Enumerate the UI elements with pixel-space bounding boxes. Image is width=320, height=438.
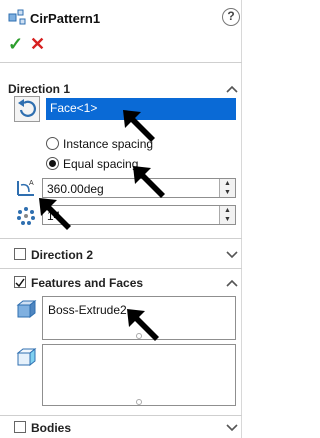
equal-spacing-radio[interactable] — [46, 157, 59, 170]
angle-spinner[interactable]: ▲ ▼ — [219, 179, 235, 197]
faces-to-pattern-icon — [16, 347, 37, 367]
angle-icon: A — [17, 180, 34, 196]
angle-value: 360.00deg — [47, 182, 104, 196]
circular-pattern-icon — [8, 9, 26, 25]
checkmark-icon — [15, 278, 25, 288]
help-button[interactable]: ? — [222, 8, 240, 26]
annotation-arrow-icon — [123, 110, 155, 142]
pattern-axis-value: Face<1> — [50, 101, 98, 115]
rotate-arrow-icon — [18, 99, 36, 117]
direction1-header[interactable]: Direction 1 — [8, 82, 70, 96]
instances-spinner[interactable]: ▲ ▼ — [219, 206, 235, 224]
bodies-checkbox[interactable] — [14, 421, 26, 433]
scroll-indicator — [136, 399, 142, 405]
faces-list-box[interactable] — [42, 344, 236, 406]
features-faces-checkbox[interactable] — [14, 276, 26, 288]
spin-up-icon[interactable]: ▲ — [220, 206, 235, 215]
annotation-arrow-icon — [39, 198, 71, 230]
ok-button[interactable]: ✓ — [8, 34, 23, 54]
chevron-up-icon[interactable] — [226, 277, 238, 289]
list-item[interactable]: Boss-Extrude2 — [48, 303, 127, 317]
chevron-down-icon[interactable] — [226, 249, 238, 261]
divider — [0, 268, 242, 269]
chevron-up-icon[interactable] — [226, 83, 238, 95]
annotation-arrow-icon — [133, 166, 165, 198]
divider — [0, 238, 242, 239]
chevron-down-icon[interactable] — [226, 422, 238, 434]
svg-text:A: A — [29, 180, 34, 187]
divider — [0, 415, 242, 416]
annotation-arrow-icon — [127, 309, 159, 341]
equal-spacing-label: Equal spacing — [63, 157, 139, 171]
reverse-direction-button[interactable] — [14, 96, 40, 122]
instances-icon — [17, 207, 35, 225]
cancel-button[interactable]: ✕ — [30, 34, 45, 54]
spin-down-icon[interactable]: ▼ — [220, 215, 235, 224]
property-manager-panel: CirPattern1 ? ✓ ✕ Direction 1 Face<1> In… — [0, 0, 242, 438]
direction2-checkbox[interactable] — [14, 248, 26, 260]
instance-spacing-radio[interactable] — [46, 137, 59, 150]
bodies-header[interactable]: Bodies — [31, 421, 71, 435]
features-to-pattern-icon — [16, 299, 37, 319]
spin-up-icon[interactable]: ▲ — [220, 179, 235, 188]
page-title: CirPattern1 — [30, 11, 101, 26]
spin-down-icon[interactable]: ▼ — [220, 188, 235, 197]
divider — [0, 62, 242, 63]
direction2-header[interactable]: Direction 2 — [31, 248, 93, 262]
features-faces-header[interactable]: Features and Faces — [31, 276, 143, 290]
